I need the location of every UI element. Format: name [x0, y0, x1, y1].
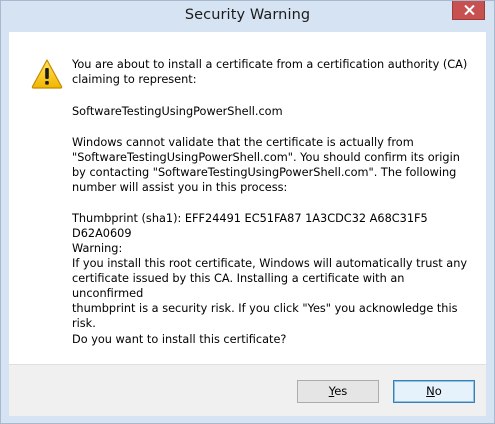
thumbprint-text: Thumbprint (sha1): EFF24491 EC51FA87 1A3… [72, 212, 428, 240]
install-question-text: Do you want to install this certificate? [72, 333, 287, 346]
no-button[interactable]: No [393, 380, 475, 403]
ca-name-text: SoftwareTestingUsingPowerShell.com [72, 105, 283, 118]
risk-warning-text: Warning: If you install this root certif… [72, 242, 468, 330]
close-button[interactable] [452, 1, 485, 20]
security-warning-dialog: Security Warning You are about to instal… [0, 0, 495, 424]
title-bar[interactable]: Security Warning [1, 1, 494, 31]
yes-button[interactable]: Yes [297, 380, 379, 403]
no-mnemonic: N [426, 384, 435, 398]
warning-icon [31, 59, 63, 89]
yes-label-rest: es [334, 384, 348, 398]
button-bar: Yes No [9, 364, 486, 416]
validation-text: Windows cannot validate that the certifi… [72, 136, 460, 194]
dialog-content: You are about to install a certificate f… [9, 32, 486, 364]
window-title: Security Warning [184, 7, 311, 23]
no-label-rest: o [434, 384, 442, 398]
install-intro-text: You are about to install a certificate f… [72, 58, 468, 86]
close-icon [464, 5, 475, 15]
